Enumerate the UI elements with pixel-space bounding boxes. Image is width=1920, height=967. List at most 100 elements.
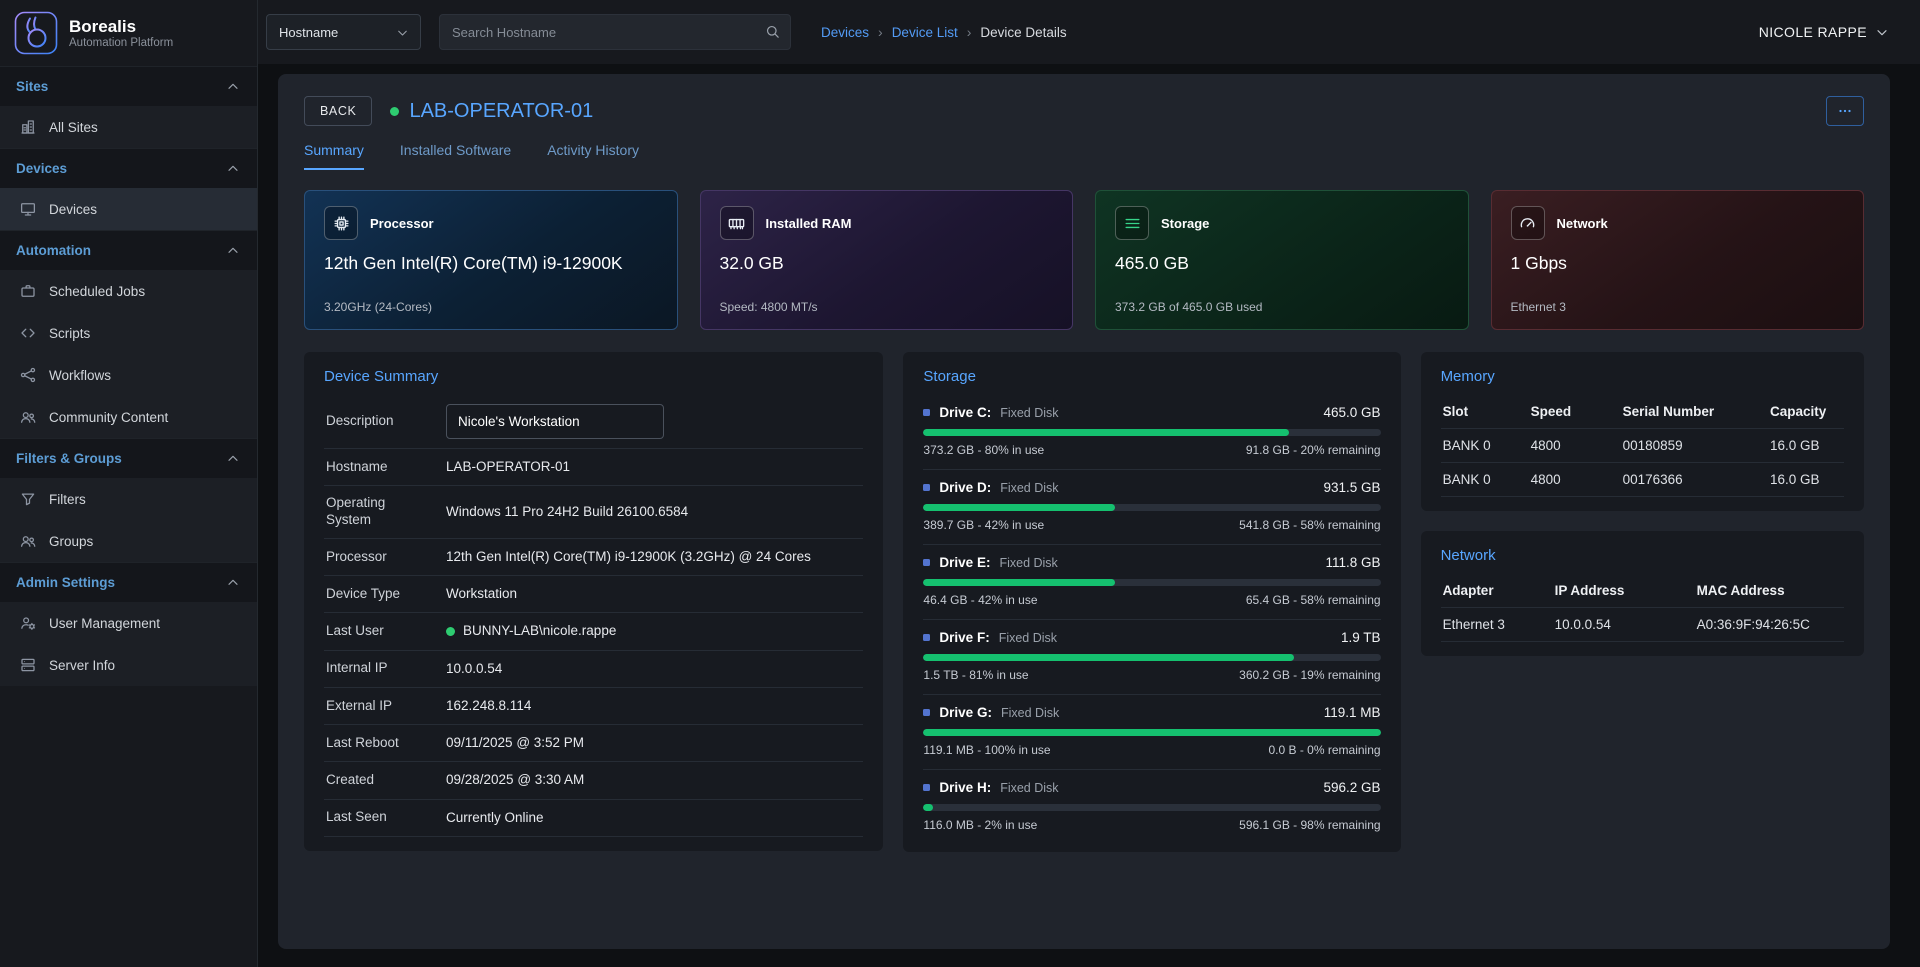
device-header: BACK LAB-OPERATOR-01 (304, 96, 1864, 126)
drive-size: 1.9 TB (1341, 630, 1381, 645)
breadcrumb-device-list[interactable]: Device List (892, 25, 958, 40)
panels-row: Device Summary Description Hostname LAB-… (304, 352, 1864, 852)
breadcrumb-devices[interactable]: Devices (821, 25, 869, 40)
sidebar-item-label: Groups (49, 534, 93, 549)
sidebar-item-user-management[interactable]: User Management (0, 602, 257, 644)
summary-row-last-seen: Last Seen Currently Online (324, 800, 863, 837)
topbar: Hostname Devices › Device List › Device … (258, 0, 1920, 64)
stat-label: Storage (1161, 216, 1209, 231)
sidebar-section-admin-settings[interactable]: Admin Settings (0, 562, 257, 602)
drive-usage-bar (923, 804, 1380, 811)
cell-serial: 00176366 (1623, 472, 1770, 487)
row-value: Currently Online (446, 809, 861, 827)
funnel-icon (19, 490, 37, 508)
chevron-up-icon (225, 161, 241, 177)
hostname-filter-dropdown[interactable]: Hostname (266, 14, 421, 50)
sidebar-item-groups[interactable]: Groups (0, 520, 257, 562)
summary-row-description: Description (324, 395, 863, 449)
panel-title: Device Summary (324, 368, 863, 385)
drive-bullet-icon (923, 409, 930, 416)
drive-remaining: 596.1 GB - 98% remaining (1239, 818, 1380, 832)
row-label: Created (326, 772, 446, 789)
row-value: BUNNY-LAB\nicole.rappe (463, 622, 616, 640)
description-input[interactable] (446, 404, 664, 439)
summary-row-created: Created 09/28/2025 @ 3:30 AM (324, 762, 863, 799)
search-box (439, 14, 791, 50)
sidebar-item-community-content[interactable]: Community Content (0, 396, 257, 438)
sidebar-item-label: Community Content (49, 410, 168, 425)
stat-footer: Speed: 4800 MT/s (720, 300, 1054, 314)
breadcrumb-separator: › (878, 24, 883, 40)
stat-value: 465.0 GB (1115, 253, 1449, 274)
sidebar-section-automation[interactable]: Automation (0, 230, 257, 270)
panel-title: Memory (1441, 368, 1844, 385)
drive-type: Fixed Disk (1001, 706, 1059, 720)
sidebar-item-label: All Sites (49, 120, 98, 135)
drive-remaining: 0.0 B - 0% remaining (1269, 743, 1381, 757)
memory-table-row: BANK 0 4800 00180859 16.0 GB (1441, 429, 1844, 463)
sidebar-item-scheduled-jobs[interactable]: Scheduled Jobs (0, 270, 257, 312)
sidebar-section-filters-groups[interactable]: Filters & Groups (0, 438, 257, 478)
drive-name: Drive F: (939, 630, 989, 645)
sidebar-item-label: Workflows (49, 368, 111, 383)
sidebar-item-all-sites[interactable]: All Sites (0, 106, 257, 148)
sidebar-item-filters[interactable]: Filters (0, 478, 257, 520)
sidebar-item-workflows[interactable]: Workflows (0, 354, 257, 396)
row-value: 12th Gen Intel(R) Core(TM) i9-12900K (3.… (446, 548, 861, 566)
memory-table-header: Slot Speed Serial Number Capacity (1441, 395, 1844, 429)
breadcrumb: Devices › Device List › Device Details (821, 24, 1067, 40)
tab-activity-history[interactable]: Activity History (547, 142, 639, 170)
drive-row-c: Drive C: Fixed Disk 465.0 GB 373.2 GB - … (923, 395, 1380, 470)
user-menu[interactable]: NICOLE RAPPE (1759, 24, 1890, 40)
drive-type: Fixed Disk (1000, 781, 1058, 795)
sidebar-item-scripts[interactable]: Scripts (0, 312, 257, 354)
cell-speed: 4800 (1531, 472, 1623, 487)
device-details-card: BACK LAB-OPERATOR-01 Summary Installed S… (278, 74, 1890, 949)
sidebar-item-server-info[interactable]: Server Info (0, 644, 257, 686)
online-status-dot-icon (446, 627, 455, 636)
summary-row-hostname: Hostname LAB-OPERATOR-01 (324, 449, 863, 486)
sidebar-section-sites[interactable]: Sites (0, 66, 257, 106)
network-panel: Network Adapter IP Address MAC Address E… (1421, 531, 1864, 656)
online-status-dot-icon (390, 107, 399, 116)
chevron-up-icon (225, 79, 241, 95)
drive-bullet-icon (923, 484, 930, 491)
section-label: Sites (16, 79, 48, 94)
row-label: Processor (326, 549, 446, 566)
back-button[interactable]: BACK (304, 96, 372, 126)
cell-capacity: 16.0 GB (1770, 472, 1842, 487)
cell-serial: 00180859 (1623, 438, 1770, 453)
row-label: Last Seen (326, 809, 446, 826)
storage-lines-icon (1115, 206, 1149, 240)
stat-footer: 3.20GHz (24-Cores) (324, 300, 658, 314)
section-label: Filters & Groups (16, 451, 122, 466)
tab-summary[interactable]: Summary (304, 142, 364, 170)
network-table-row: Ethernet 3 10.0.0.54 A0:36:9F:94:26:5C (1441, 608, 1844, 642)
more-actions-button[interactable] (1826, 96, 1864, 126)
cell-mac: A0:36:9F:94:26:5C (1697, 617, 1842, 632)
drive-row-f: Drive F: Fixed Disk 1.9 TB 1.5 TB - 81% … (923, 620, 1380, 695)
sidebar-item-devices[interactable]: Devices (0, 188, 257, 230)
drive-used: 373.2 GB - 80% in use (923, 443, 1044, 457)
drive-used: 46.4 GB - 42% in use (923, 593, 1037, 607)
people-icon (19, 532, 37, 550)
drive-usage-bar (923, 579, 1380, 586)
col-header: Capacity (1770, 404, 1842, 419)
row-value: 162.248.8.114 (446, 697, 861, 715)
drive-used: 116.0 MB - 2% in use (923, 818, 1037, 832)
code-icon (19, 324, 37, 342)
sidebar-item-label: User Management (49, 616, 160, 631)
row-value: 09/28/2025 @ 3:30 AM (446, 771, 861, 789)
row-value: 09/11/2025 @ 3:52 PM (446, 734, 861, 752)
drive-bullet-icon (923, 634, 930, 641)
col-header: IP Address (1555, 583, 1697, 598)
sidebar-section-devices[interactable]: Devices (0, 148, 257, 188)
cell-slot: BANK 0 (1443, 472, 1531, 487)
stat-value: 12th Gen Intel(R) Core(TM) i9-12900K (324, 253, 658, 274)
tab-installed-software[interactable]: Installed Software (400, 142, 511, 170)
ellipsis-icon (1836, 102, 1854, 120)
cell-slot: BANK 0 (1443, 438, 1531, 453)
cell-capacity: 16.0 GB (1770, 438, 1842, 453)
search-input[interactable] (439, 14, 791, 50)
row-label: Operating System (326, 495, 446, 529)
